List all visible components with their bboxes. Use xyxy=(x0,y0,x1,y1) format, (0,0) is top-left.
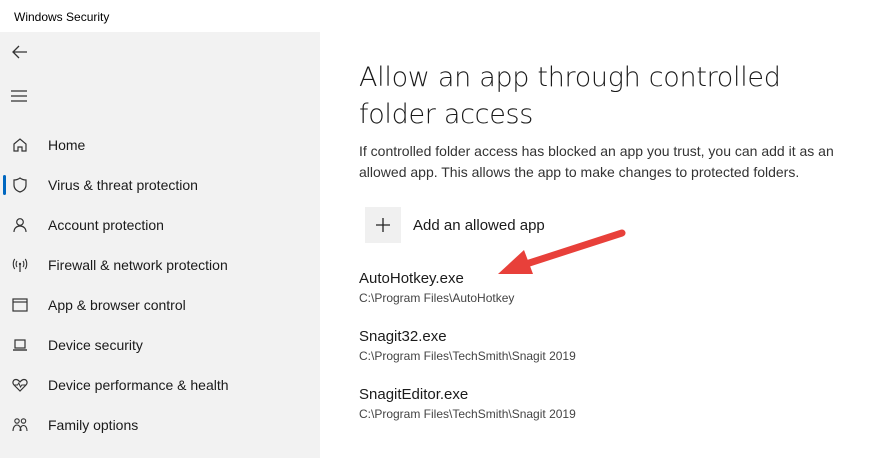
sidebar-item-label: Device performance & health xyxy=(48,377,229,393)
person-icon xyxy=(10,215,30,235)
sidebar-item-device-security[interactable]: Device security xyxy=(0,325,320,365)
sidebar: Home Virus & threat protection Account p… xyxy=(0,32,320,458)
app-window-icon xyxy=(10,295,30,315)
page-description: If controlled folder access has blocked … xyxy=(359,143,834,180)
sidebar-item-home[interactable]: Home xyxy=(0,125,320,165)
page-title: Allow an app through controlled folder a… xyxy=(359,62,781,130)
sidebar-item-account-protection[interactable]: Account protection xyxy=(0,205,320,245)
heart-pulse-icon xyxy=(10,375,30,395)
annotation-arrow-icon xyxy=(498,229,626,274)
back-arrow-icon xyxy=(12,45,27,59)
app-path: C:\Program Files\AutoHotkey xyxy=(359,291,515,305)
sidebar-item-virus-threat-protection[interactable]: Virus & threat protection xyxy=(0,165,320,205)
sidebar-item-label: Firewall & network protection xyxy=(48,257,228,273)
sidebar-item-label: Family options xyxy=(48,417,139,433)
back-button[interactable] xyxy=(8,40,32,64)
window-title: Windows Security xyxy=(14,10,110,24)
sidebar-item-family-options[interactable]: Family options xyxy=(0,405,320,445)
app-name: Snagit32.exe xyxy=(359,328,447,345)
allowed-app-item[interactable]: SnagitEditor.exe C:\Program Files\TechSm… xyxy=(359,386,799,421)
sidebar-item-app-browser-control[interactable]: App & browser control xyxy=(0,285,320,325)
wifi-antenna-icon xyxy=(10,255,30,275)
family-icon xyxy=(10,415,30,435)
sidebar-item-label: Device security xyxy=(48,337,143,353)
sidebar-item-label: Account protection xyxy=(48,217,164,233)
title-bar: Windows Security xyxy=(0,0,872,32)
selected-indicator xyxy=(3,175,6,195)
home-icon xyxy=(10,135,30,155)
hamburger-icon xyxy=(11,90,27,102)
app-path: C:\Program Files\TechSmith\Snagit 2019 xyxy=(359,407,576,421)
app-name: SnagitEditor.exe xyxy=(359,386,469,403)
sidebar-item-firewall-network-protection[interactable]: Firewall & network protection xyxy=(0,245,320,285)
plus-icon xyxy=(365,207,401,243)
sidebar-item-label: App & browser control xyxy=(48,297,186,313)
laptop-icon xyxy=(10,335,30,355)
sidebar-item-label: Virus & threat protection xyxy=(48,177,198,193)
sidebar-item-device-performance-health[interactable]: Device performance & health xyxy=(0,365,320,405)
sidebar-item-label: Home xyxy=(48,137,86,153)
menu-button[interactable] xyxy=(8,84,32,108)
allowed-app-item[interactable]: Snagit32.exe C:\Program Files\TechSmith\… xyxy=(359,328,799,363)
app-path: C:\Program Files\TechSmith\Snagit 2019 xyxy=(359,349,576,363)
shield-icon xyxy=(10,175,30,195)
